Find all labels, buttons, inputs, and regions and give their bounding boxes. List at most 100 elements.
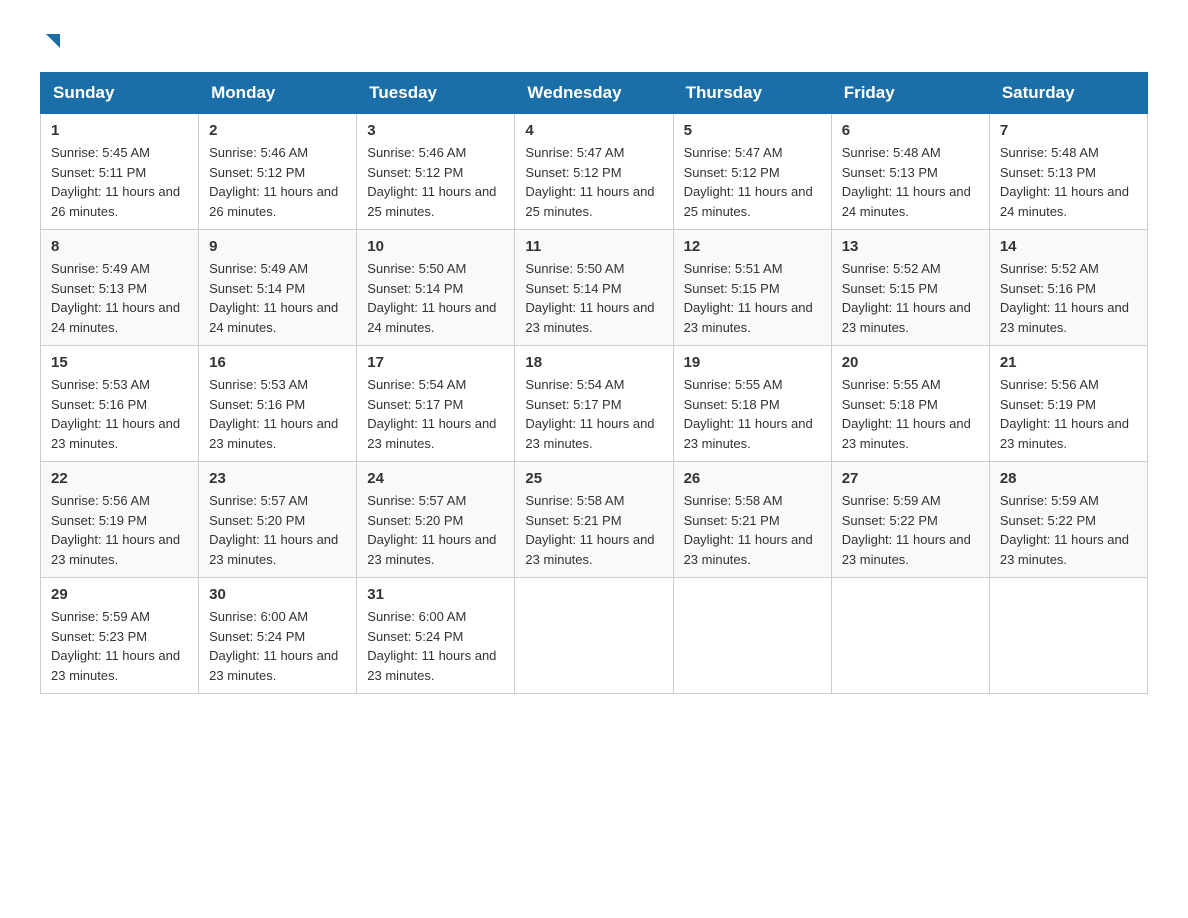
- day-number: 4: [525, 122, 662, 139]
- calendar-week-row: 22 Sunrise: 5:56 AM Sunset: 5:19 PM Dayl…: [41, 462, 1148, 578]
- calendar-cell: 16 Sunrise: 5:53 AM Sunset: 5:16 PM Dayl…: [199, 346, 357, 462]
- logo: [40, 30, 64, 52]
- calendar-cell: 30 Sunrise: 6:00 AM Sunset: 5:24 PM Dayl…: [199, 578, 357, 694]
- calendar-week-row: 1 Sunrise: 5:45 AM Sunset: 5:11 PM Dayli…: [41, 114, 1148, 230]
- day-info: Sunrise: 5:58 AM Sunset: 5:21 PM Dayligh…: [684, 491, 821, 569]
- day-info: Sunrise: 5:53 AM Sunset: 5:16 PM Dayligh…: [51, 375, 188, 453]
- day-number: 23: [209, 470, 346, 487]
- calendar-cell: 26 Sunrise: 5:58 AM Sunset: 5:21 PM Dayl…: [673, 462, 831, 578]
- calendar-cell: 14 Sunrise: 5:52 AM Sunset: 5:16 PM Dayl…: [989, 230, 1147, 346]
- calendar-cell: 8 Sunrise: 5:49 AM Sunset: 5:13 PM Dayli…: [41, 230, 199, 346]
- day-info: Sunrise: 5:45 AM Sunset: 5:11 PM Dayligh…: [51, 143, 188, 221]
- day-number: 6: [842, 122, 979, 139]
- calendar-cell: [673, 578, 831, 694]
- calendar-cell: 23 Sunrise: 5:57 AM Sunset: 5:20 PM Dayl…: [199, 462, 357, 578]
- weekday-header-saturday: Saturday: [989, 73, 1147, 114]
- calendar-cell: 10 Sunrise: 5:50 AM Sunset: 5:14 PM Dayl…: [357, 230, 515, 346]
- day-info: Sunrise: 5:46 AM Sunset: 5:12 PM Dayligh…: [209, 143, 346, 221]
- calendar-cell: 24 Sunrise: 5:57 AM Sunset: 5:20 PM Dayl…: [357, 462, 515, 578]
- page-header: [40, 30, 1148, 52]
- weekday-header-wednesday: Wednesday: [515, 73, 673, 114]
- day-info: Sunrise: 5:57 AM Sunset: 5:20 PM Dayligh…: [367, 491, 504, 569]
- day-number: 5: [684, 122, 821, 139]
- day-info: Sunrise: 5:59 AM Sunset: 5:22 PM Dayligh…: [842, 491, 979, 569]
- day-info: Sunrise: 5:52 AM Sunset: 5:15 PM Dayligh…: [842, 259, 979, 337]
- calendar-cell: [831, 578, 989, 694]
- day-info: Sunrise: 5:55 AM Sunset: 5:18 PM Dayligh…: [684, 375, 821, 453]
- calendar-cell: 7 Sunrise: 5:48 AM Sunset: 5:13 PM Dayli…: [989, 114, 1147, 230]
- day-info: Sunrise: 5:50 AM Sunset: 5:14 PM Dayligh…: [367, 259, 504, 337]
- day-info: Sunrise: 5:49 AM Sunset: 5:13 PM Dayligh…: [51, 259, 188, 337]
- calendar-table: SundayMondayTuesdayWednesdayThursdayFrid…: [40, 72, 1148, 694]
- weekday-header-thursday: Thursday: [673, 73, 831, 114]
- calendar-cell: 17 Sunrise: 5:54 AM Sunset: 5:17 PM Dayl…: [357, 346, 515, 462]
- calendar-cell: 28 Sunrise: 5:59 AM Sunset: 5:22 PM Dayl…: [989, 462, 1147, 578]
- weekday-header-monday: Monday: [199, 73, 357, 114]
- calendar-cell: 11 Sunrise: 5:50 AM Sunset: 5:14 PM Dayl…: [515, 230, 673, 346]
- day-number: 28: [1000, 470, 1137, 487]
- day-number: 9: [209, 238, 346, 255]
- day-number: 8: [51, 238, 188, 255]
- day-info: Sunrise: 5:51 AM Sunset: 5:15 PM Dayligh…: [684, 259, 821, 337]
- day-number: 18: [525, 354, 662, 371]
- weekday-header-row: SundayMondayTuesdayWednesdayThursdayFrid…: [41, 73, 1148, 114]
- calendar-cell: 21 Sunrise: 5:56 AM Sunset: 5:19 PM Dayl…: [989, 346, 1147, 462]
- calendar-cell: 4 Sunrise: 5:47 AM Sunset: 5:12 PM Dayli…: [515, 114, 673, 230]
- calendar-cell: 25 Sunrise: 5:58 AM Sunset: 5:21 PM Dayl…: [515, 462, 673, 578]
- weekday-header-friday: Friday: [831, 73, 989, 114]
- day-number: 24: [367, 470, 504, 487]
- day-info: Sunrise: 5:59 AM Sunset: 5:23 PM Dayligh…: [51, 607, 188, 685]
- day-info: Sunrise: 6:00 AM Sunset: 5:24 PM Dayligh…: [209, 607, 346, 685]
- calendar-cell: 27 Sunrise: 5:59 AM Sunset: 5:22 PM Dayl…: [831, 462, 989, 578]
- day-number: 22: [51, 470, 188, 487]
- day-info: Sunrise: 5:56 AM Sunset: 5:19 PM Dayligh…: [51, 491, 188, 569]
- day-info: Sunrise: 6:00 AM Sunset: 5:24 PM Dayligh…: [367, 607, 504, 685]
- day-number: 7: [1000, 122, 1137, 139]
- calendar-cell: 5 Sunrise: 5:47 AM Sunset: 5:12 PM Dayli…: [673, 114, 831, 230]
- day-info: Sunrise: 5:49 AM Sunset: 5:14 PM Dayligh…: [209, 259, 346, 337]
- day-info: Sunrise: 5:47 AM Sunset: 5:12 PM Dayligh…: [684, 143, 821, 221]
- day-info: Sunrise: 5:52 AM Sunset: 5:16 PM Dayligh…: [1000, 259, 1137, 337]
- day-info: Sunrise: 5:55 AM Sunset: 5:18 PM Dayligh…: [842, 375, 979, 453]
- calendar-cell: 1 Sunrise: 5:45 AM Sunset: 5:11 PM Dayli…: [41, 114, 199, 230]
- calendar-week-row: 29 Sunrise: 5:59 AM Sunset: 5:23 PM Dayl…: [41, 578, 1148, 694]
- calendar-cell: 12 Sunrise: 5:51 AM Sunset: 5:15 PM Dayl…: [673, 230, 831, 346]
- day-info: Sunrise: 5:56 AM Sunset: 5:19 PM Dayligh…: [1000, 375, 1137, 453]
- calendar-cell: 20 Sunrise: 5:55 AM Sunset: 5:18 PM Dayl…: [831, 346, 989, 462]
- day-number: 21: [1000, 354, 1137, 371]
- day-info: Sunrise: 5:46 AM Sunset: 5:12 PM Dayligh…: [367, 143, 504, 221]
- calendar-week-row: 8 Sunrise: 5:49 AM Sunset: 5:13 PM Dayli…: [41, 230, 1148, 346]
- day-info: Sunrise: 5:59 AM Sunset: 5:22 PM Dayligh…: [1000, 491, 1137, 569]
- weekday-header-sunday: Sunday: [41, 73, 199, 114]
- calendar-cell: 22 Sunrise: 5:56 AM Sunset: 5:19 PM Dayl…: [41, 462, 199, 578]
- calendar-cell: [515, 578, 673, 694]
- calendar-cell: 6 Sunrise: 5:48 AM Sunset: 5:13 PM Dayli…: [831, 114, 989, 230]
- day-info: Sunrise: 5:53 AM Sunset: 5:16 PM Dayligh…: [209, 375, 346, 453]
- calendar-week-row: 15 Sunrise: 5:53 AM Sunset: 5:16 PM Dayl…: [41, 346, 1148, 462]
- day-number: 26: [684, 470, 821, 487]
- calendar-cell: [989, 578, 1147, 694]
- day-number: 25: [525, 470, 662, 487]
- day-info: Sunrise: 5:57 AM Sunset: 5:20 PM Dayligh…: [209, 491, 346, 569]
- day-number: 27: [842, 470, 979, 487]
- calendar-cell: 18 Sunrise: 5:54 AM Sunset: 5:17 PM Dayl…: [515, 346, 673, 462]
- calendar-cell: 29 Sunrise: 5:59 AM Sunset: 5:23 PM Dayl…: [41, 578, 199, 694]
- day-number: 30: [209, 586, 346, 603]
- day-info: Sunrise: 5:48 AM Sunset: 5:13 PM Dayligh…: [842, 143, 979, 221]
- day-number: 17: [367, 354, 504, 371]
- day-number: 31: [367, 586, 504, 603]
- day-number: 15: [51, 354, 188, 371]
- day-number: 1: [51, 122, 188, 139]
- day-number: 16: [209, 354, 346, 371]
- day-number: 10: [367, 238, 504, 255]
- day-info: Sunrise: 5:54 AM Sunset: 5:17 PM Dayligh…: [525, 375, 662, 453]
- day-info: Sunrise: 5:47 AM Sunset: 5:12 PM Dayligh…: [525, 143, 662, 221]
- calendar-cell: 3 Sunrise: 5:46 AM Sunset: 5:12 PM Dayli…: [357, 114, 515, 230]
- day-number: 12: [684, 238, 821, 255]
- calendar-cell: 15 Sunrise: 5:53 AM Sunset: 5:16 PM Dayl…: [41, 346, 199, 462]
- day-number: 13: [842, 238, 979, 255]
- day-number: 14: [1000, 238, 1137, 255]
- day-number: 19: [684, 354, 821, 371]
- day-info: Sunrise: 5:58 AM Sunset: 5:21 PM Dayligh…: [525, 491, 662, 569]
- calendar-cell: 19 Sunrise: 5:55 AM Sunset: 5:18 PM Dayl…: [673, 346, 831, 462]
